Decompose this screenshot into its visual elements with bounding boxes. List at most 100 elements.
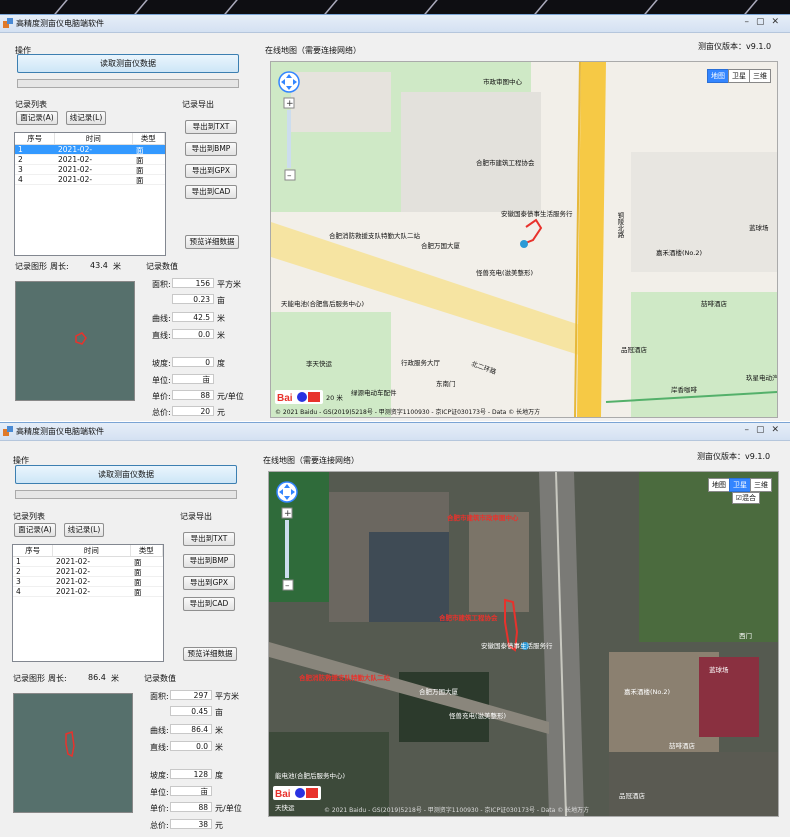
- table-row[interactable]: 2 2021-02-21,09:06:08 面: [15, 155, 165, 165]
- export-txt-button[interactable]: 导出到TXT: [183, 532, 235, 546]
- export-gpx-button[interactable]: 导出到GPX: [183, 576, 235, 590]
- total-field[interactable]: 20: [172, 406, 214, 416]
- poi-label[interactable]: 绿源电动车配件: [351, 387, 397, 397]
- table-row[interactable]: 3 2021-02-21,09:09:16 面: [13, 577, 163, 587]
- poi-label[interactable]: 合肥万国大厦: [421, 240, 460, 250]
- read-device-button[interactable]: 读取测亩仪数据: [17, 54, 239, 73]
- table-row[interactable]: 3 2021-02-21,09:09:16 面: [15, 165, 165, 175]
- area-record-button[interactable]: 面记录(A): [16, 111, 58, 125]
- poi-label[interactable]: 喆啡酒店: [669, 740, 695, 750]
- read-device-button[interactable]: 读取测亩仪数据: [15, 465, 237, 484]
- preview-details-button[interactable]: 预览详细数据: [185, 235, 239, 249]
- area-mu-field[interactable]: 0.23: [172, 294, 214, 304]
- curve-field[interactable]: 42.5: [172, 312, 214, 322]
- line-record-button[interactable]: 线记录(L): [64, 523, 104, 537]
- unit-field[interactable]: 亩: [170, 786, 212, 796]
- price-field[interactable]: 88: [172, 390, 214, 400]
- online-map[interactable]: + – 地图 卫星 三维 市政审图中心 合肥市建筑工程协会 安徽国泰债事生活服务行…: [270, 61, 778, 418]
- preview-details-button[interactable]: 预览详细数据: [183, 647, 237, 661]
- maptype-3d[interactable]: 三维: [750, 478, 772, 492]
- maptype-satellite[interactable]: 卫星: [728, 69, 750, 83]
- export-txt-button[interactable]: 导出到TXT: [185, 120, 237, 134]
- map-nav-control[interactable]: + –: [277, 70, 301, 184]
- maptype-3d[interactable]: 三维: [749, 69, 771, 83]
- area-sqm-field[interactable]: 156: [172, 278, 214, 288]
- curve-field[interactable]: 86.4: [170, 724, 212, 734]
- poi-label[interactable]: 嘉禾酒楼(No.2): [624, 686, 670, 696]
- line-record-button[interactable]: 线记录(L): [66, 111, 106, 125]
- col-time[interactable]: 时间: [53, 545, 131, 556]
- poi-label[interactable]: 行政服务大厅: [401, 357, 440, 367]
- poi-label[interactable]: 东南门: [436, 378, 456, 388]
- zoom-slider[interactable]: +–: [275, 506, 299, 594]
- poi-label[interactable]: 怪兽充电(滋美整形): [476, 267, 533, 277]
- unit-yuan: 元: [217, 408, 225, 417]
- pan-icon[interactable]: [277, 70, 301, 94]
- straight-field[interactable]: 0.0: [172, 329, 214, 339]
- poi-label[interactable]: 合肥万国大厦: [419, 686, 458, 696]
- table-row[interactable]: 4 2021-02-21,09:10:28 面: [15, 175, 165, 185]
- poi-label[interactable]: 安徽国泰债事生活服务行: [481, 640, 553, 650]
- app-icon: [3, 426, 13, 436]
- export-gpx-button[interactable]: 导出到GPX: [185, 164, 237, 178]
- poi-label[interactable]: 玖星电动汽车生活馆: [746, 372, 777, 382]
- area-mu-field[interactable]: 0.45: [170, 706, 212, 716]
- map-nav-control[interactable]: + –: [275, 480, 299, 594]
- poi-label[interactable]: 能电池(合肥后服务中心): [275, 770, 345, 780]
- zoom-slider[interactable]: +–: [277, 96, 301, 184]
- area-record-button[interactable]: 面记录(A): [14, 523, 56, 537]
- straight-field[interactable]: 0.0: [170, 741, 212, 751]
- export-cad-button[interactable]: 导出到CAD: [183, 597, 235, 611]
- col-type[interactable]: 类型: [131, 545, 163, 556]
- poi-label[interactable]: 安徽国泰债事生活服务行: [501, 208, 573, 218]
- slope-field[interactable]: 0: [172, 357, 214, 367]
- col-time[interactable]: 时间: [55, 133, 133, 144]
- record-table[interactable]: 序号 时间 类型 1 2021-02-21,09:03:30 面 2 2021-02-…: [14, 132, 166, 256]
- poi-label[interactable]: 岸香咖啡: [671, 384, 697, 394]
- maptype-map[interactable]: 地图: [708, 478, 730, 492]
- window-controls[interactable]: –▢✕: [744, 425, 786, 435]
- poi-label[interactable]: 蓝球场: [709, 664, 729, 674]
- table-row[interactable]: 1 2021-02-21,09:03:30 面: [15, 145, 165, 155]
- map-type-switch[interactable]: 地图 卫星 三维: [707, 69, 771, 83]
- slope-field[interactable]: 128: [170, 769, 212, 779]
- poi-label[interactable]: 喆啡酒店: [701, 298, 727, 308]
- hybrid-checkbox[interactable]: ☑混合: [731, 492, 760, 504]
- poi-label[interactable]: 李天快运: [306, 358, 332, 368]
- table-row[interactable]: 4 2021-02-21,09:10:28 面: [13, 587, 163, 597]
- maptype-satellite[interactable]: 卫星: [729, 478, 751, 492]
- export-cad-button[interactable]: 导出到CAD: [185, 185, 237, 199]
- poi-label[interactable]: 品冠酒店: [619, 790, 645, 800]
- poi-label[interactable]: 嘉禾酒楼(No.2): [656, 247, 702, 257]
- poi-label[interactable]: 天快运: [275, 802, 295, 812]
- poi-label[interactable]: 品冠酒店: [621, 344, 647, 354]
- poi-label[interactable]: 合肥市建筑工程协会: [476, 157, 535, 167]
- poi-label[interactable]: 合肥市建筑工程协会: [439, 612, 498, 622]
- maptype-map[interactable]: 地图: [707, 69, 729, 83]
- export-bmp-button[interactable]: 导出到BMP: [183, 554, 235, 568]
- poi-label[interactable]: 天能电池(合肥售后服务中心): [281, 298, 364, 308]
- total-label: 总价:: [152, 408, 171, 417]
- poi-label[interactable]: 怪兽充电(滋美整形): [449, 710, 506, 720]
- export-bmp-button[interactable]: 导出到BMP: [185, 142, 237, 156]
- table-row[interactable]: 1 2021-02-21,09:03:30 面: [13, 557, 163, 567]
- map-type-switch[interactable]: 地图 卫星 三维: [708, 478, 772, 492]
- poi-label[interactable]: 市政审图中心: [483, 76, 522, 86]
- record-table[interactable]: 序号 时间 类型 1 2021-02-21,09:03:30 面 2 2021-02-…: [12, 544, 164, 662]
- total-field[interactable]: 38: [170, 819, 212, 829]
- area-sqm-field[interactable]: 297: [170, 690, 212, 700]
- poi-label[interactable]: 合肥消防救援支队特勤大队二站: [329, 230, 420, 240]
- pan-icon[interactable]: [275, 480, 299, 504]
- price-field[interactable]: 88: [170, 802, 212, 812]
- col-type[interactable]: 类型: [133, 133, 165, 144]
- poi-label[interactable]: 蓝球场: [749, 222, 769, 232]
- poi-label[interactable]: 西门: [739, 630, 752, 640]
- poi-label[interactable]: 合肥消防救援支队特勤大队二站: [299, 672, 390, 682]
- window-controls[interactable]: –▢✕: [744, 17, 786, 27]
- poi-label[interactable]: 合肥市建筑市政审图中心: [447, 512, 519, 522]
- col-no[interactable]: 序号: [13, 545, 54, 556]
- unit-field[interactable]: 亩: [172, 374, 214, 384]
- col-no[interactable]: 序号: [15, 133, 56, 144]
- online-map[interactable]: + – 地图 卫星 三维 ☑混合 合肥市建筑市政审图中心 合肥市建筑工程协会 安徽…: [268, 471, 779, 817]
- table-row[interactable]: 2 2021-02-21,09:06:08 面: [13, 567, 163, 577]
